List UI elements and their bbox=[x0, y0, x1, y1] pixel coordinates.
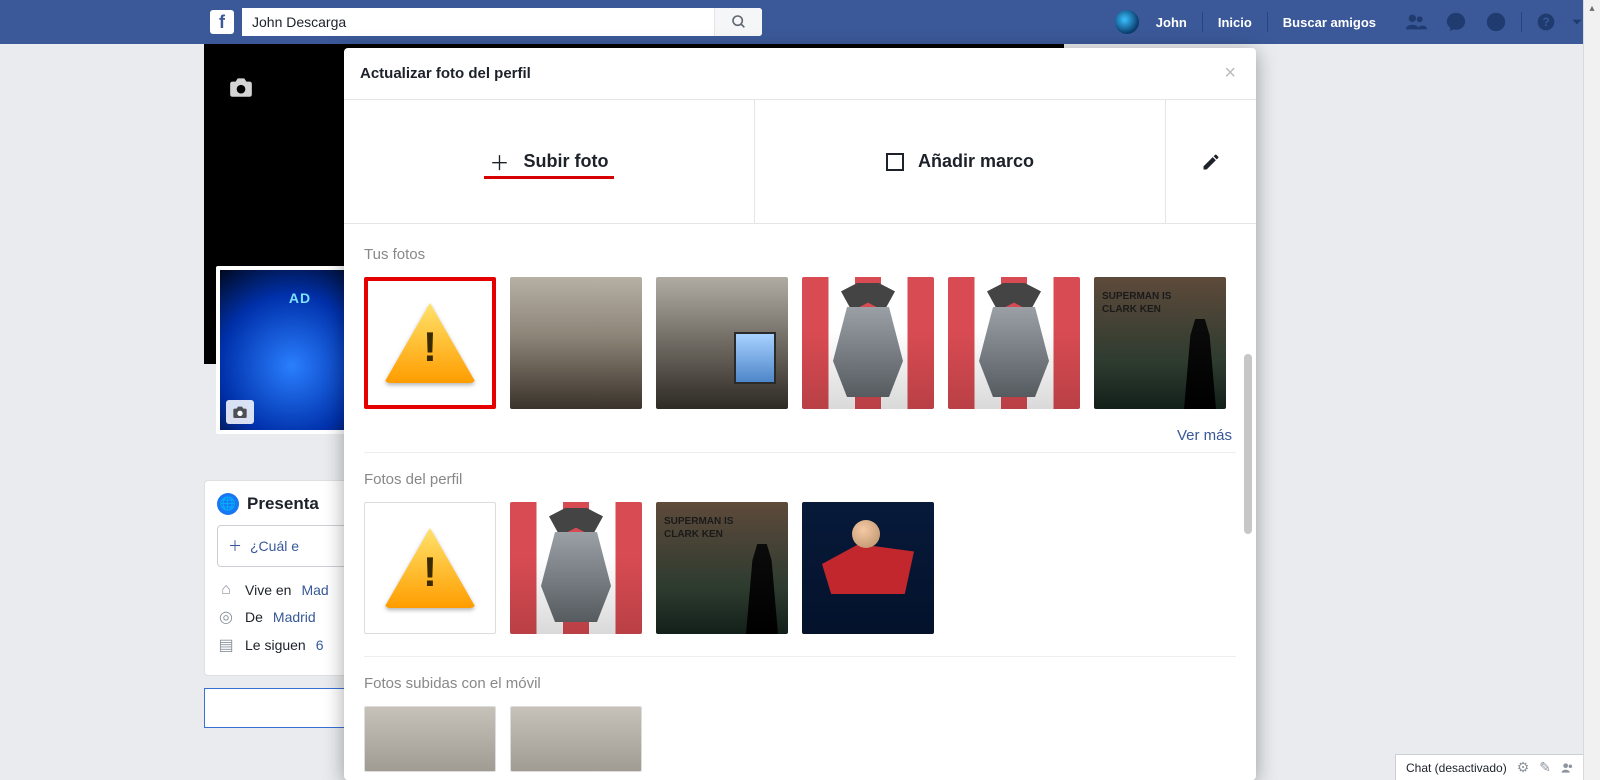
section-mobile-photos-title: Fotos subidas con el móvil bbox=[364, 675, 1236, 692]
photo-thumb[interactable] bbox=[510, 706, 642, 772]
annotation-underline bbox=[484, 176, 614, 179]
pencil-icon bbox=[1201, 152, 1221, 172]
scroll-up-icon[interactable]: ▴ bbox=[1584, 0, 1600, 17]
profile-photos-grid bbox=[364, 502, 1236, 634]
section-profile-photos-title: Fotos del perfil bbox=[364, 471, 1236, 488]
divider bbox=[364, 452, 1236, 453]
modal-overlay: Actualizar foto del perfil × ＋ Subir fot… bbox=[0, 0, 1600, 780]
people-icon[interactable] bbox=[1561, 761, 1575, 775]
close-icon[interactable]: × bbox=[1220, 62, 1240, 85]
modal-title: Actualizar foto del perfil bbox=[360, 65, 531, 82]
your-photos-grid bbox=[364, 277, 1236, 409]
divider bbox=[364, 656, 1236, 657]
modal-tabs: ＋ Subir foto Añadir marco bbox=[344, 100, 1256, 224]
frame-icon bbox=[886, 153, 904, 171]
tab-upload-label: Subir foto bbox=[524, 151, 609, 172]
photo-thumb[interactable] bbox=[656, 277, 788, 409]
photo-thumb[interactable] bbox=[802, 502, 934, 634]
photo-thumb[interactable] bbox=[364, 502, 496, 634]
section-your-photos-title: Tus fotos bbox=[364, 246, 1236, 263]
window-scrollbar[interactable]: ▴ bbox=[1583, 0, 1600, 780]
photo-thumb[interactable] bbox=[364, 706, 496, 772]
chat-label: Chat (desactivado) bbox=[1406, 761, 1507, 775]
photo-thumb[interactable] bbox=[802, 277, 934, 409]
chat-bar[interactable]: Chat (desactivado) ⚙ ✎ bbox=[1395, 754, 1586, 780]
tab-frame-label: Añadir marco bbox=[918, 151, 1034, 172]
modal-header: Actualizar foto del perfil × bbox=[344, 48, 1256, 100]
tab-upload-photo[interactable]: ＋ Subir foto bbox=[344, 100, 755, 223]
photo-thumb[interactable] bbox=[364, 277, 496, 409]
photo-thumb[interactable] bbox=[948, 277, 1080, 409]
tab-add-frame[interactable]: Añadir marco bbox=[755, 100, 1166, 223]
photo-thumb[interactable] bbox=[656, 502, 788, 634]
scrollbar-thumb[interactable] bbox=[1244, 354, 1252, 534]
mobile-photos-grid bbox=[364, 706, 1236, 772]
modal-body: Tus fotos Ver más Fotos del perfil Fotos… bbox=[344, 224, 1256, 780]
see-more-link[interactable]: Ver más bbox=[364, 427, 1232, 444]
compose-icon[interactable]: ✎ bbox=[1539, 759, 1551, 776]
update-profile-photo-modal: Actualizar foto del perfil × ＋ Subir fot… bbox=[344, 48, 1256, 780]
gear-icon[interactable]: ⚙ bbox=[1517, 759, 1530, 776]
tab-edit[interactable] bbox=[1166, 100, 1256, 223]
photo-thumb[interactable] bbox=[510, 502, 642, 634]
photo-thumb[interactable] bbox=[510, 277, 642, 409]
plus-icon: ＋ bbox=[490, 147, 510, 176]
photo-thumb[interactable] bbox=[1094, 277, 1226, 409]
